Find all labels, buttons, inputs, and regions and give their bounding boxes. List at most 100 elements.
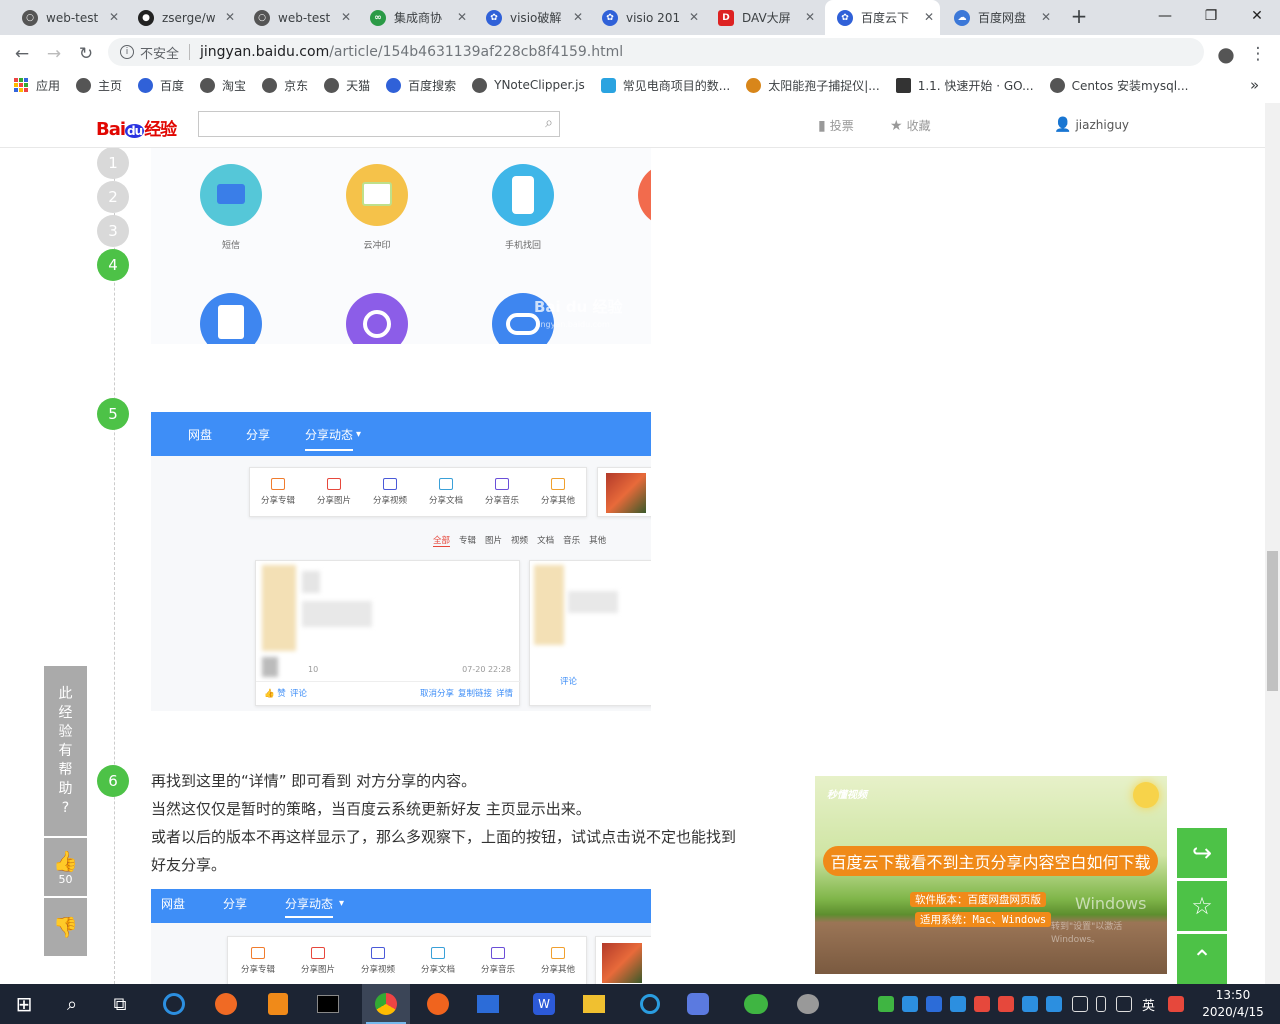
file-explorer-icon[interactable] bbox=[580, 990, 608, 1018]
site-search-input[interactable]: ⌕ bbox=[198, 111, 560, 137]
paint-icon[interactable] bbox=[794, 990, 822, 1018]
tab-visio-crack[interactable]: ✿ visio破解 ✕ bbox=[474, 0, 589, 35]
vote-link[interactable]: ▮ 投票 bbox=[818, 117, 854, 134]
window-app-icon[interactable] bbox=[474, 990, 502, 1018]
pen-app-icon[interactable] bbox=[424, 990, 452, 1018]
like-button[interactable]: 👍 50 bbox=[44, 838, 87, 896]
ie-icon[interactable] bbox=[160, 990, 188, 1018]
bookmark-go[interactable]: 1.1. 快速开始 · GO... bbox=[895, 77, 1034, 94]
wps-icon[interactable]: W bbox=[530, 990, 558, 1018]
terminal-icon[interactable] bbox=[314, 990, 342, 1018]
battery-icon[interactable] bbox=[1096, 996, 1106, 1012]
address-bar[interactable]: i 不安全 jingyan.baidu.com/article/154b4631… bbox=[108, 38, 1204, 66]
bookmark-baidu-search[interactable]: 百度搜索 bbox=[386, 77, 456, 94]
tab-github[interactable]: ● zserge/w ✕ bbox=[126, 0, 241, 35]
close-icon[interactable]: ✕ bbox=[573, 10, 583, 24]
close-icon[interactable]: ✕ bbox=[689, 10, 699, 24]
bookmark-solar[interactable]: 太阳能孢子捕捉仪|... bbox=[746, 77, 880, 94]
bookmark-ynote[interactable]: YNoteClipper.js bbox=[472, 77, 585, 93]
close-icon[interactable]: ✕ bbox=[341, 10, 351, 24]
firefox-icon[interactable] bbox=[212, 990, 240, 1018]
other-icon bbox=[551, 947, 565, 959]
share-button[interactable]: ↪ bbox=[1177, 828, 1227, 878]
tray-icon[interactable] bbox=[974, 996, 990, 1012]
step-number-4[interactable]: 4 bbox=[97, 249, 129, 281]
maximize-button[interactable]: ❐ bbox=[1188, 0, 1234, 32]
user-link[interactable]: 👤 jiazhiguy bbox=[1054, 117, 1129, 133]
tab-integrator[interactable]: ∞ 集成商协 ✕ bbox=[358, 0, 473, 35]
task-view-button[interactable]: ⧉ bbox=[106, 990, 134, 1018]
video-app-icon bbox=[346, 293, 408, 344]
bookmark-taobao[interactable]: 淘宝 bbox=[200, 77, 246, 94]
close-window-button[interactable]: ✕ bbox=[1234, 0, 1280, 32]
ime-indicator[interactable]: 英 bbox=[1142, 995, 1155, 1014]
ime-app-icon[interactable] bbox=[1168, 996, 1184, 1012]
bookmark-jd[interactable]: 京东 bbox=[262, 77, 308, 94]
bookmark-tmall[interactable]: 天猫 bbox=[324, 77, 370, 94]
tray-icon[interactable] bbox=[902, 996, 918, 1012]
close-icon[interactable]: ✕ bbox=[109, 10, 119, 24]
favorite-button[interactable]: ☆ bbox=[1177, 881, 1227, 931]
tab-web-test-2[interactable]: ○ web-test ✕ bbox=[242, 0, 357, 35]
bookmark-ecommerce[interactable]: 常见电商项目的数... bbox=[600, 77, 730, 94]
menu-icon[interactable]: ⋮ bbox=[1244, 40, 1272, 68]
step-number-1[interactable]: 1 bbox=[97, 148, 129, 179]
tab-visio-2016[interactable]: ✿ visio 201 ✕ bbox=[590, 0, 705, 35]
ad-brand: 秒懂视频 bbox=[827, 790, 867, 801]
tab-web-test-1[interactable]: ○ web-test ✕ bbox=[10, 0, 125, 35]
minimize-button[interactable]: — bbox=[1142, 0, 1188, 32]
info-icon[interactable]: i bbox=[120, 45, 134, 59]
bookmarks-overflow-button[interactable]: » bbox=[1250, 76, 1259, 94]
tab-baidu-pan[interactable]: ☁ 百度网盘 ✕ bbox=[942, 0, 1057, 35]
video-ad[interactable]: 秒懂视频 百度云下载看不到主页分享内容空白如何下载 软件版本：百度网盘网页版 适… bbox=[815, 776, 1167, 974]
baidu-pan-tray-icon[interactable] bbox=[950, 996, 966, 1012]
search-icon[interactable]: ⌕ bbox=[545, 115, 553, 131]
sublime-icon[interactable] bbox=[264, 990, 292, 1018]
clock[interactable]: 13:50 2020/4/15 bbox=[1196, 987, 1270, 1021]
tray-icon[interactable] bbox=[998, 996, 1014, 1012]
reload-button[interactable]: ↻ bbox=[72, 40, 100, 68]
favorite-link[interactable]: ★ 收藏 bbox=[890, 117, 931, 134]
tab-dav[interactable]: D DAV大屏 ✕ bbox=[706, 0, 821, 35]
page-scrollbar[interactable] bbox=[1265, 103, 1280, 984]
close-icon[interactable]: ✕ bbox=[805, 10, 815, 24]
step-number-2[interactable]: 2 bbox=[97, 181, 129, 213]
new-tab-button[interactable]: + bbox=[1060, 0, 1098, 32]
share-type-card: 分享专辑 分享图片 分享视频 分享文档 分享音乐 分享其他 bbox=[227, 936, 587, 984]
bookmark-centos[interactable]: Centos 安装mysql... bbox=[1049, 77, 1188, 94]
tray-icon[interactable] bbox=[926, 996, 942, 1012]
search-button[interactable]: ⌕ bbox=[58, 990, 86, 1018]
profile-icon[interactable]: ● bbox=[1212, 40, 1240, 68]
volume-icon[interactable] bbox=[1116, 996, 1132, 1012]
step-number-3[interactable]: 3 bbox=[97, 215, 129, 247]
vote-label: 投票 bbox=[829, 119, 854, 133]
close-icon[interactable]: ✕ bbox=[1041, 10, 1051, 24]
app-cube-icon[interactable] bbox=[684, 990, 712, 1018]
wechat-tray-icon[interactable] bbox=[878, 996, 894, 1012]
tray-icon[interactable] bbox=[1046, 996, 1062, 1012]
back-button[interactable]: ← bbox=[8, 40, 36, 68]
close-icon[interactable]: ✕ bbox=[924, 10, 934, 24]
close-icon[interactable]: ✕ bbox=[225, 10, 235, 24]
close-icon[interactable]: ✕ bbox=[457, 10, 467, 24]
link-icon: ∞ bbox=[370, 9, 386, 26]
wechat-icon[interactable] bbox=[742, 990, 770, 1018]
bookmark-baidu[interactable]: 百度 bbox=[138, 77, 184, 94]
tab-baidu-cloud-active[interactable]: ✿ 百度云下 ✕ bbox=[825, 0, 940, 35]
search-app-icon[interactable] bbox=[636, 990, 664, 1018]
tray-icon[interactable] bbox=[1022, 996, 1038, 1012]
network-icon[interactable] bbox=[1072, 996, 1088, 1012]
step-number-6[interactable]: 6 bbox=[97, 765, 129, 797]
bookmark-home[interactable]: 主页 bbox=[76, 77, 122, 94]
dislike-button[interactable]: 👎 bbox=[44, 898, 87, 956]
filter-music: 音乐 bbox=[563, 536, 581, 546]
bookmark-apps[interactable]: 应用 bbox=[14, 77, 60, 94]
baidu-jingyan-logo[interactable]: Bai du 经验 bbox=[96, 115, 177, 140]
start-button[interactable]: ⊞ bbox=[10, 990, 38, 1018]
back-to-top-button[interactable]: ⌃ bbox=[1177, 934, 1227, 984]
pan-nav-share-feed: 分享动态 bbox=[305, 426, 354, 451]
step-number-5[interactable]: 5 bbox=[97, 398, 129, 430]
chrome-icon[interactable] bbox=[372, 990, 400, 1018]
scrollbar-thumb[interactable] bbox=[1267, 551, 1278, 691]
forward-button[interactable]: → bbox=[40, 40, 68, 68]
